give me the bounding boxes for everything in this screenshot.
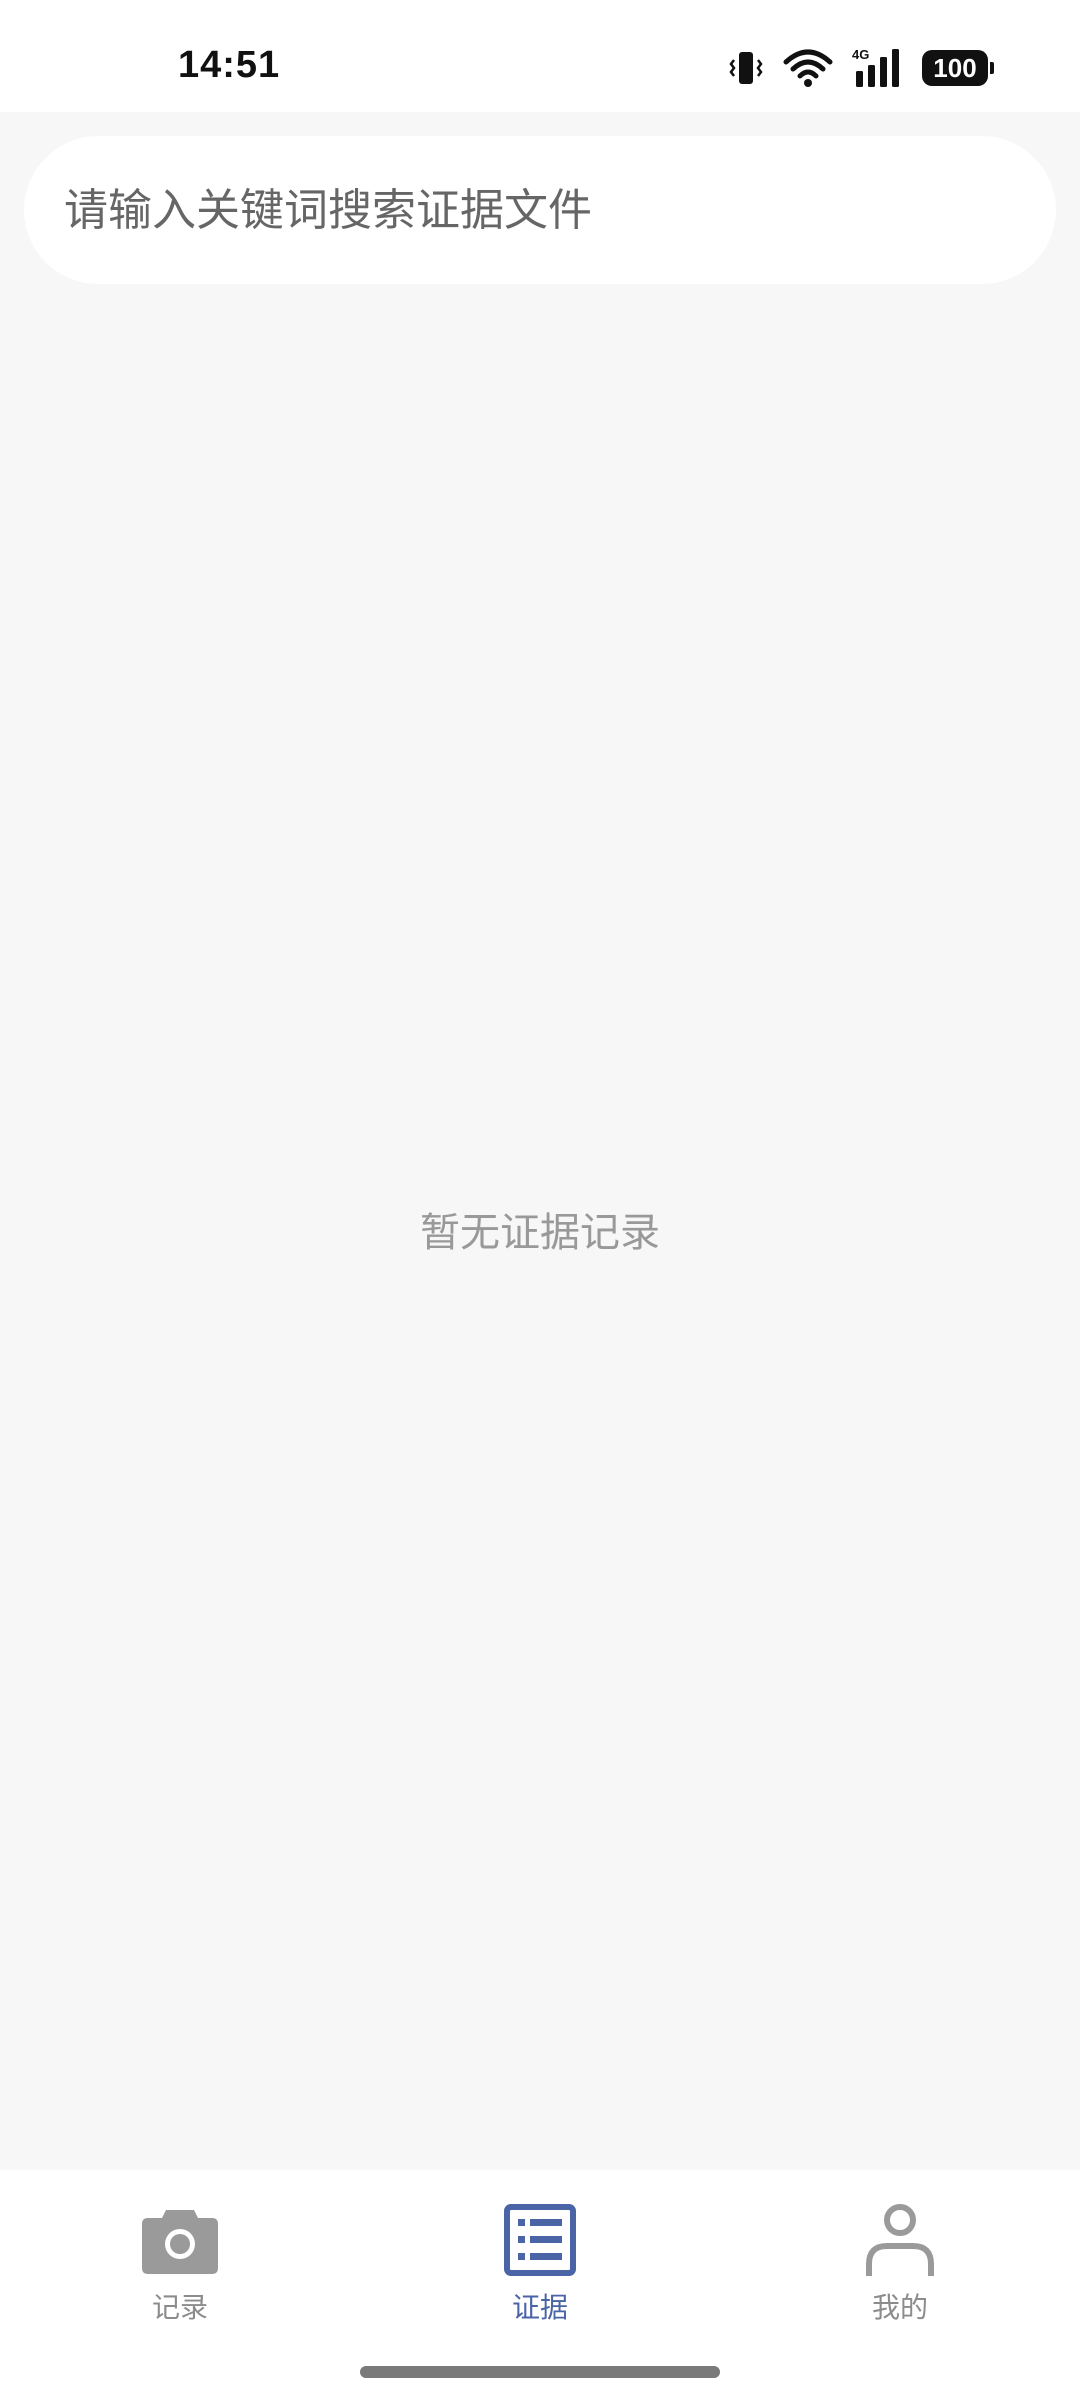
search-bar[interactable] [24,136,1056,284]
tab-record-label: 记录 [151,2291,208,2324]
tab-mine-label: 我的 [871,2291,928,2324]
wifi-icon [782,48,834,88]
tab-evidence[interactable]: 证据 [420,2200,660,2326]
tab-record[interactable]: 记录 [60,2200,300,2326]
list-icon [504,2200,576,2280]
tab-mine[interactable]: 我的 [780,2200,1020,2326]
screen: 14:51 4G 100 请输入关键词搜索证据文件 暂无证据记录 记录 证据 我… [0,0,1080,2400]
network-type-label: 4G [852,47,869,62]
camera-icon [140,2200,220,2280]
search-input[interactable] [62,183,1026,237]
signal-icon: 4G [852,47,904,89]
status-time: 14:51 [178,44,281,86]
vibrate-icon [728,48,764,88]
tab-evidence-label: 证据 [511,2291,568,2324]
person-icon [864,2200,936,2280]
home-indicator[interactable] [360,2366,720,2378]
battery-icon: 100 [922,50,994,86]
status-icons: 4G 100 [728,46,994,90]
battery-level: 100 [933,52,977,83]
empty-state-text: 暂无证据记录 [420,1210,660,1256]
status-bar: 14:51 4G 100 [0,0,1080,112]
